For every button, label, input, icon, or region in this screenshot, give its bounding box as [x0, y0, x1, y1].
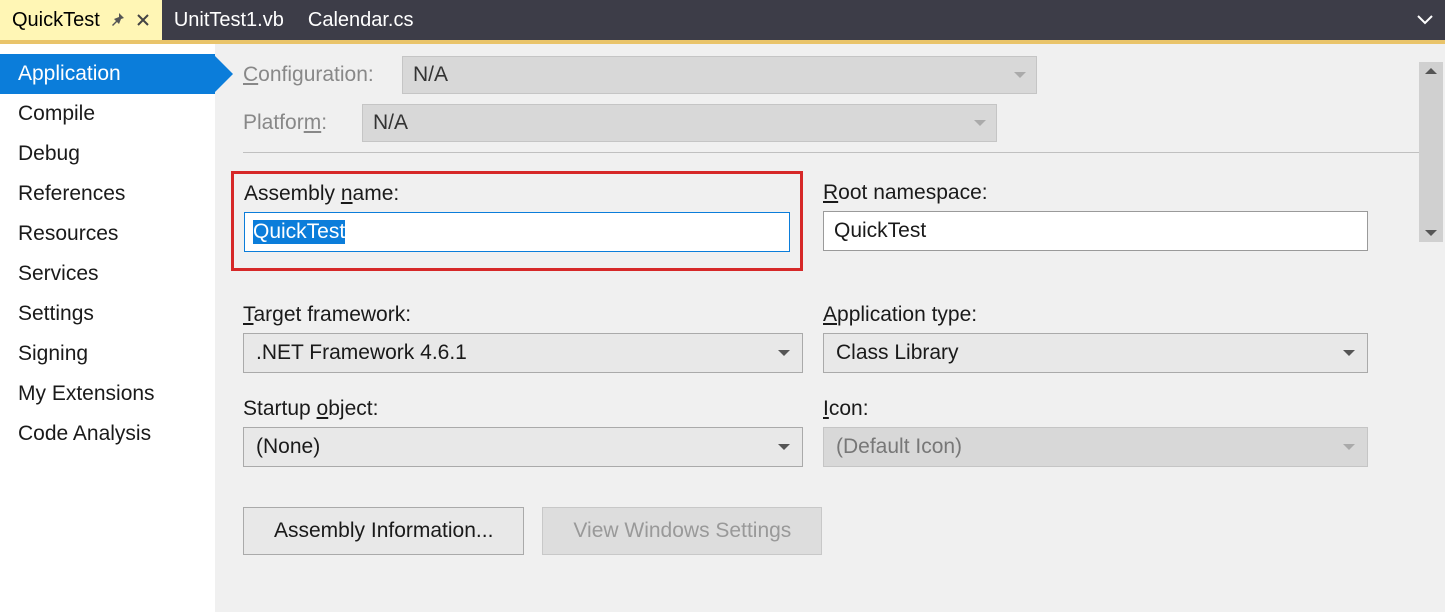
sidebar-item-resources[interactable]: Resources [0, 214, 215, 254]
target-framework-select[interactable]: .NET Framework 4.6.1 [243, 333, 803, 373]
chevron-down-icon [778, 350, 790, 356]
chevron-down-icon [1343, 350, 1355, 356]
tab-unittest[interactable]: UnitTest1.vb [162, 0, 296, 40]
tab-label: QuickTest [12, 9, 100, 32]
icon-select: (Default Icon) [823, 427, 1368, 467]
tab-label: UnitTest1.vb [174, 9, 284, 32]
tab-bar: QuickTest UnitTest1.vb Calendar.cs [0, 0, 1445, 40]
pin-icon[interactable] [110, 12, 126, 28]
sidebar-item-settings[interactable]: Settings [0, 294, 215, 334]
sidebar-item-references[interactable]: References [0, 174, 215, 214]
root-namespace-input[interactable]: QuickTest [823, 211, 1368, 251]
scroll-down-icon[interactable] [1425, 230, 1437, 236]
tab-calendar[interactable]: Calendar.cs [296, 0, 426, 40]
assembly-information-button[interactable]: Assembly Information... [243, 507, 524, 555]
chevron-down-icon [974, 120, 986, 126]
scroll-up-icon[interactable] [1425, 68, 1437, 74]
application-type-select[interactable]: Class Library [823, 333, 1368, 373]
tab-label: Calendar.cs [308, 9, 414, 32]
target-framework-label: Target framework: [243, 303, 803, 327]
startup-object-select[interactable]: (None) [243, 427, 803, 467]
platform-select: N/A [362, 104, 997, 142]
icon-label: Icon: [823, 397, 1368, 421]
tab-overflow-menu[interactable] [1405, 0, 1445, 40]
platform-label: Platform: [243, 111, 348, 135]
chevron-down-icon [1343, 444, 1355, 450]
view-windows-settings-button: View Windows Settings [542, 507, 822, 555]
sidebar-item-compile[interactable]: Compile [0, 94, 215, 134]
configuration-label: Configuration: [243, 63, 388, 87]
divider [243, 152, 1425, 153]
sidebar-item-services[interactable]: Services [0, 254, 215, 294]
sidebar-item-code-analysis[interactable]: Code Analysis [0, 414, 215, 454]
chevron-down-icon [778, 444, 790, 450]
application-panel: Configuration: N/A Platform: N/A Assembl… [215, 44, 1445, 612]
tab-quicktest[interactable]: QuickTest [0, 0, 162, 40]
assembly-name-label: Assembly name: [244, 182, 790, 206]
properties-sidebar: Application Compile Debug References Res… [0, 44, 215, 612]
startup-object-label: Startup object: [243, 397, 803, 421]
sidebar-item-debug[interactable]: Debug [0, 134, 215, 174]
vertical-scrollbar[interactable] [1419, 62, 1443, 242]
assembly-name-input[interactable]: QuickTest [244, 212, 790, 252]
application-type-label: Application type: [823, 303, 1368, 327]
chevron-down-icon [1014, 72, 1026, 78]
sidebar-item-signing[interactable]: Signing [0, 334, 215, 374]
root-namespace-label: Root namespace: [823, 181, 1368, 205]
close-icon[interactable] [136, 13, 150, 27]
sidebar-item-my-extensions[interactable]: My Extensions [0, 374, 215, 414]
assembly-name-highlight: Assembly name: QuickTest [231, 171, 803, 271]
sidebar-item-application[interactable]: Application [0, 54, 215, 94]
configuration-select: N/A [402, 56, 1037, 94]
